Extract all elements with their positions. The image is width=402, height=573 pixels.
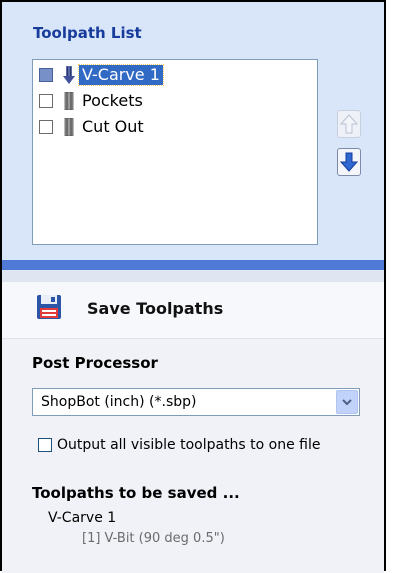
post-processor-value: ShopBot (inch) (*.sbp)	[41, 394, 197, 410]
endmill-tool-icon	[64, 92, 74, 110]
vbit-tool-icon	[63, 66, 75, 84]
dropdown-button[interactable]	[336, 390, 358, 414]
post-processor-label: Post Processor	[32, 354, 158, 372]
move-down-button[interactable]	[337, 148, 361, 176]
section-divider-shade	[2, 270, 384, 282]
endmill-tool-icon	[64, 118, 74, 136]
toolpath-item-vcarve-1[interactable]: V-Carve 1	[39, 64, 164, 86]
floppy-save-icon	[37, 295, 61, 319]
saved-toolpath-detail: [1] V-Bit (90 deg 0.5")	[82, 531, 225, 546]
arrow-down-icon	[339, 152, 359, 172]
saved-toolpath-name: V-Carve 1	[48, 510, 117, 526]
output-all-label[interactable]: Output all visible toolpaths to one file	[57, 437, 321, 453]
toolpath-list-box[interactable]: V-Carve 1 Pockets Cut Out	[32, 59, 318, 245]
arrow-up-icon	[339, 114, 359, 134]
toolpath-item-pockets[interactable]: Pockets	[39, 90, 146, 112]
chevron-down-icon	[342, 399, 352, 406]
toolpath-checkbox[interactable]	[39, 68, 53, 82]
post-processor-select[interactable]: ShopBot (inch) (*.sbp)	[32, 388, 360, 416]
toolpath-item-label[interactable]: V-Carve 1	[78, 64, 164, 86]
toolpaths-to-be-saved-label: Toolpaths to be saved ...	[32, 484, 240, 502]
toolpath-checkbox[interactable]	[39, 120, 53, 134]
toolpath-list-title: Toolpath List	[33, 24, 142, 42]
output-all-checkbox[interactable]	[38, 438, 52, 452]
toolpath-item-label[interactable]: Cut Out	[79, 117, 147, 137]
save-toolpaths-title: Save Toolpaths	[87, 299, 224, 318]
save-toolpaths-section: Save Toolpaths Post Processor ShopBot (i…	[2, 282, 384, 573]
move-up-button[interactable]	[337, 110, 361, 138]
toolpath-item-cut-out[interactable]: Cut Out	[39, 116, 147, 138]
toolpath-panel: Toolpath List V-Carve 1 Pockets Cut Out …	[0, 0, 386, 573]
section-divider	[2, 260, 384, 270]
toolpath-item-label[interactable]: Pockets	[79, 91, 146, 111]
save-toolpaths-header: Save Toolpaths	[2, 282, 384, 339]
output-all-option[interactable]: Output all visible toolpaths to one file	[38, 437, 321, 453]
toolpath-list-section: Toolpath List V-Carve 1 Pockets Cut Out	[2, 2, 384, 260]
toolpath-checkbox[interactable]	[39, 94, 53, 108]
